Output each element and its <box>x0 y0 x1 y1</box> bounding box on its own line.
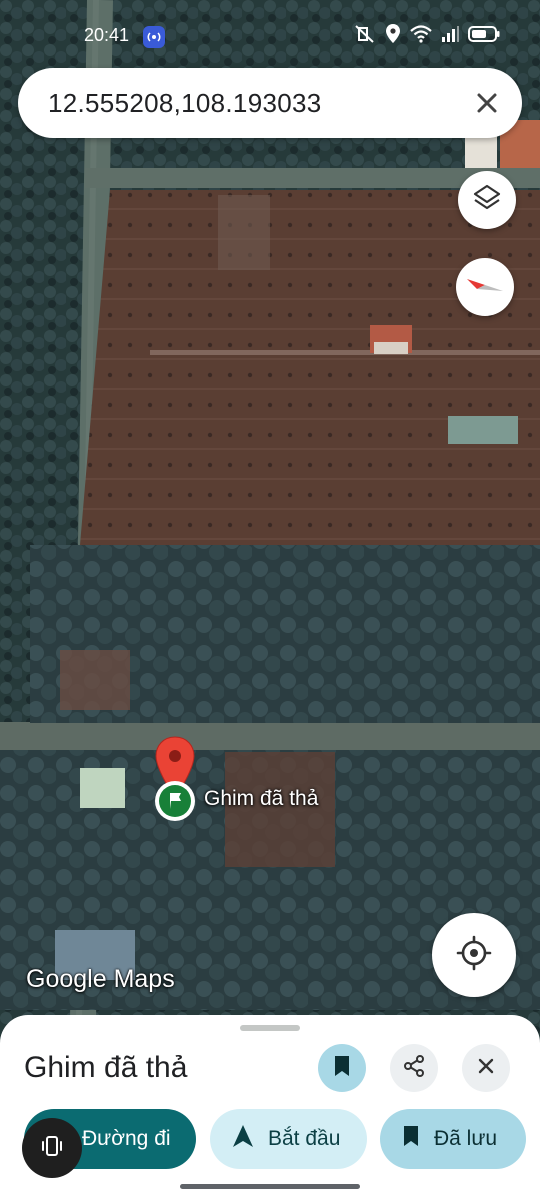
place-title: Ghim đã thả <box>24 1051 188 1084</box>
close-icon <box>476 1056 496 1081</box>
start-label: Bắt đầu <box>268 1127 341 1150</box>
compass-button[interactable] <box>456 258 514 316</box>
my-location-button[interactable] <box>432 913 516 997</box>
flag-marker-icon <box>155 781 195 821</box>
layers-button[interactable] <box>458 171 516 229</box>
start-chip[interactable]: Bắt đầu <box>210 1109 367 1169</box>
hotspot-icon <box>143 26 165 48</box>
compass-icon <box>465 275 505 300</box>
drag-handle[interactable] <box>240 1025 300 1031</box>
place-bottom-sheet[interactable]: Ghim đã thả Đường đi Bắt đầu Đã lưu <box>0 1015 540 1200</box>
pin-label: Ghim đã thả <box>204 787 319 810</box>
status-bar: 20:41 <box>0 0 540 70</box>
search-bar[interactable]: 12.555208,108.193033 <box>18 68 522 138</box>
navigation-arrow-icon <box>232 1124 254 1154</box>
close-sheet-button[interactable] <box>462 1044 510 1092</box>
signal-icon <box>441 26 459 47</box>
dropped-pin[interactable] <box>154 736 196 822</box>
watermark-maps: Maps <box>113 965 175 993</box>
bookmark-icon <box>402 1125 420 1153</box>
search-input[interactable]: 12.555208,108.193033 <box>48 88 322 119</box>
layers-icon <box>472 183 502 218</box>
clear-search-icon[interactable] <box>472 88 502 118</box>
watermark-google: Google <box>26 965 107 993</box>
wifi-icon <box>410 25 432 48</box>
directions-label: Đường đi <box>82 1127 171 1150</box>
crosshair-icon <box>456 935 492 976</box>
gesture-nav-bar[interactable] <box>180 1184 360 1189</box>
bookmark-icon <box>332 1055 352 1082</box>
rotate-screen-button[interactable] <box>22 1118 82 1178</box>
mute-vibrate-icon <box>354 24 376 49</box>
share-button[interactable] <box>390 1044 438 1092</box>
google-maps-watermark: Google Maps <box>26 965 175 994</box>
share-icon <box>402 1054 426 1083</box>
rotate-icon <box>39 1133 65 1164</box>
battery-icon <box>468 25 500 48</box>
location-icon <box>385 24 401 49</box>
saved-label: Đã lưu <box>434 1127 498 1150</box>
saved-chip[interactable]: Đã lưu <box>380 1109 526 1169</box>
status-time: 20:41 <box>84 25 130 45</box>
saved-button[interactable] <box>318 1044 366 1092</box>
